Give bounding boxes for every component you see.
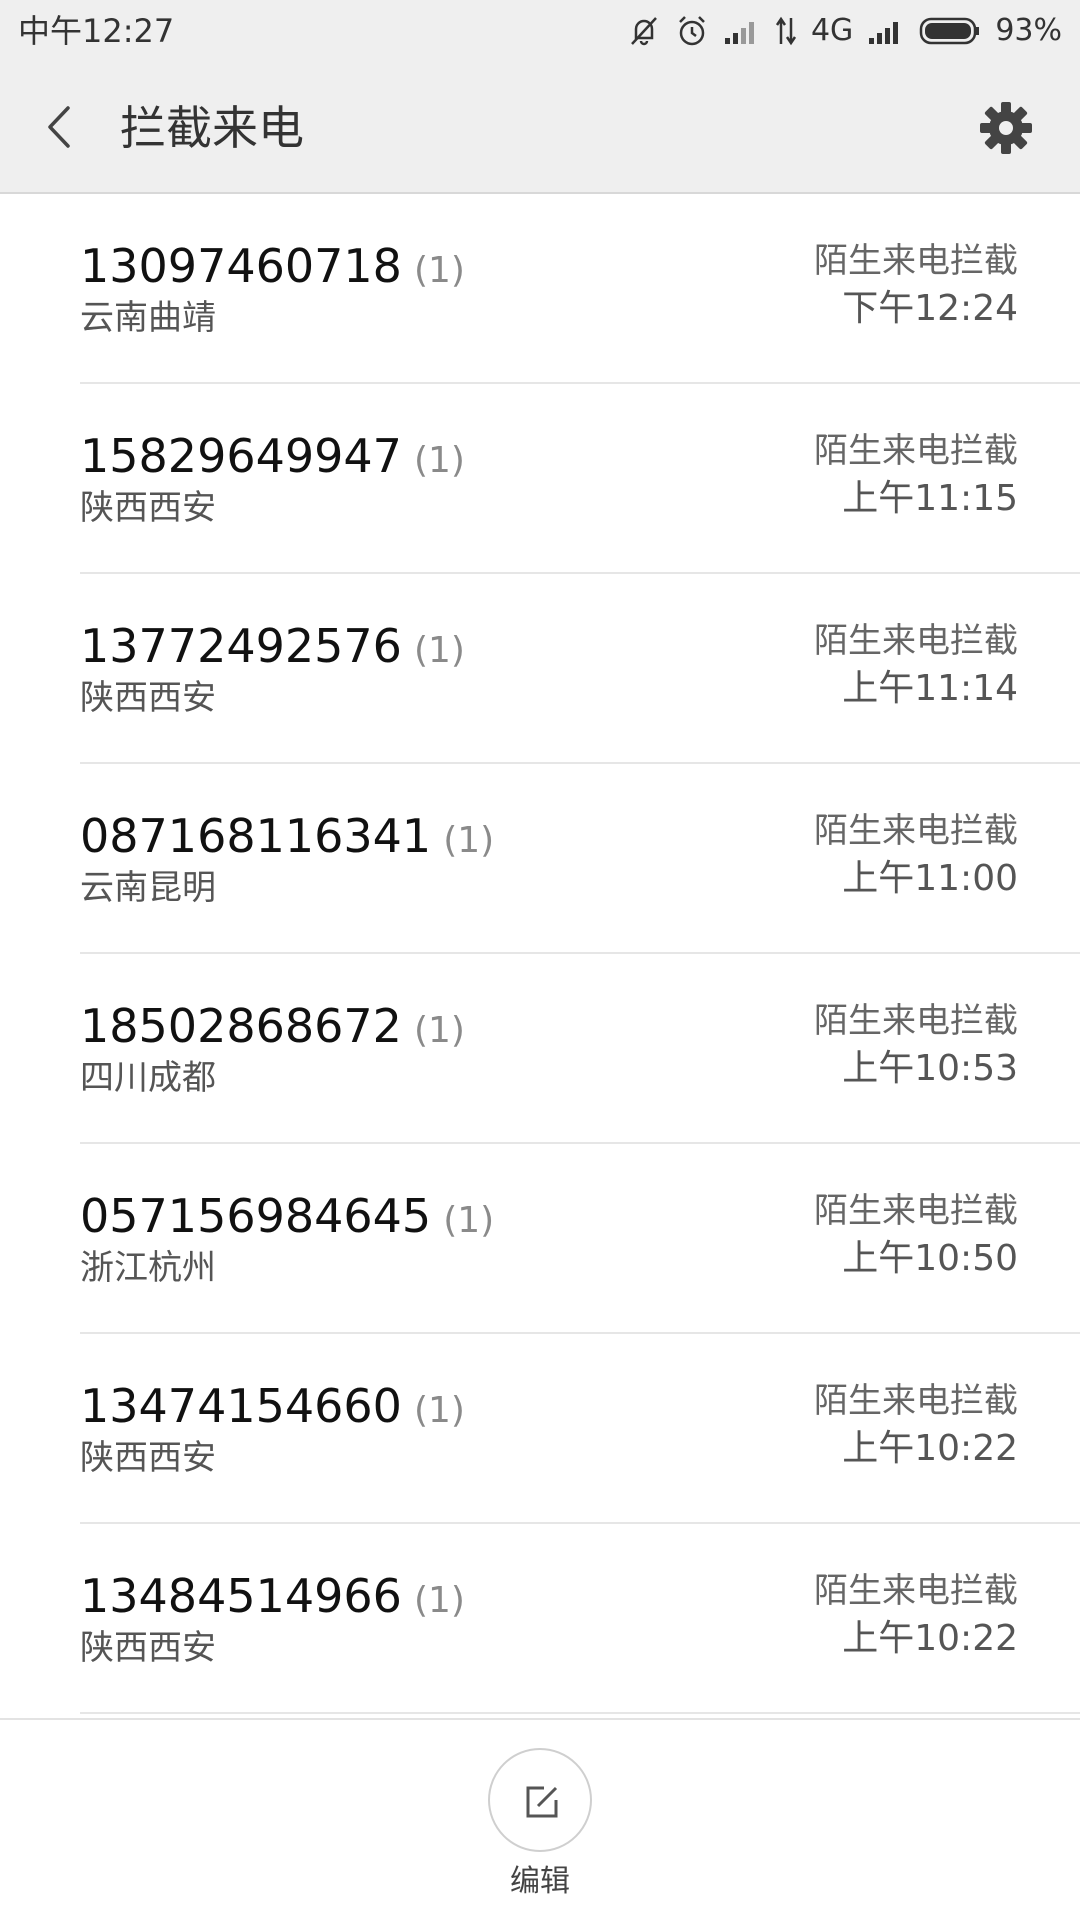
mute-icon xyxy=(627,14,661,48)
call-location: 浙江杭州 xyxy=(80,1248,216,1288)
call-number: 057156984645 xyxy=(80,1189,432,1243)
call-time: 上午10:53 xyxy=(842,1048,1018,1089)
call-location: 陕西西安 xyxy=(80,488,216,528)
call-number: 13097460718 xyxy=(80,239,402,293)
status-bar: 中午12:27 4G 93% xyxy=(0,0,1080,62)
signal-icon xyxy=(867,16,905,46)
call-time: 上午10:22 xyxy=(842,1428,1018,1469)
call-count: (1) xyxy=(443,1200,495,1241)
call-row[interactable]: 13474154660 (1) 陕西西安 陌生来电拦截上午10:22 xyxy=(0,1334,1080,1524)
row-divider xyxy=(80,1712,1080,1714)
call-count: (1) xyxy=(413,1010,465,1051)
call-number: 15829649947 xyxy=(80,429,402,483)
edit-button[interactable] xyxy=(488,1748,592,1852)
call-block-type: 陌生来电拦截 xyxy=(814,1381,1018,1421)
blocked-call-list: 13097460718 (1) 云南曲靖 陌生来电拦截 下午12:24 158296499… xyxy=(0,194,1080,1718)
call-row[interactable]: 18502868672 (1) 四川成都 陌生来电拦截上午10:53 xyxy=(0,954,1080,1144)
call-block-type: 陌生来电拦截 xyxy=(814,621,1018,661)
call-row[interactable]: 15829649947 (1) 陕西西安 陌生来电拦截上午11:15 xyxy=(0,384,1080,574)
call-row[interactable]: 087168116341 (1) 云南昆明 陌生来电拦截上午11:00 xyxy=(0,764,1080,954)
call-count: (1) xyxy=(413,630,465,671)
call-number-line: 087168116341 (1) xyxy=(80,808,494,869)
settings-button[interactable] xyxy=(976,98,1036,158)
call-block-type: 陌生来电拦截 xyxy=(814,811,1018,851)
signal-icon xyxy=(723,16,761,46)
call-time: 上午11:15 xyxy=(842,478,1018,519)
call-location: 四川成都 xyxy=(80,1058,216,1098)
call-row[interactable]: 13097460718 (1) 云南曲靖 陌生来电拦截下午12:24 xyxy=(0,194,1080,384)
screen: 中午12:27 4G 93% 拦截来电 13097460718 (1) 云南曲靖… xyxy=(0,0,1080,1920)
call-location: 云南曲靖 xyxy=(80,298,216,338)
call-row[interactable]: 13484514966 (1) 陕西西安 陌生来电拦截上午10:22 xyxy=(0,1524,1080,1714)
call-number: 087168116341 xyxy=(80,809,432,863)
edit-icon xyxy=(526,1786,558,1818)
call-count: (1) xyxy=(413,440,465,481)
edit-label: 编辑 xyxy=(510,1864,570,1899)
call-number-line: 13097460718 (1) xyxy=(80,238,465,299)
chevron-left-icon xyxy=(48,106,70,148)
alarm-icon xyxy=(675,14,709,48)
call-block-type: 陌生来电拦截 xyxy=(814,241,1018,281)
status-time: 中午12:27 xyxy=(18,12,175,50)
call-block-type: 陌生来电拦截 xyxy=(814,1191,1018,1231)
call-number: 13772492576 xyxy=(80,619,402,673)
call-block-type: 陌生来电拦截 xyxy=(814,431,1018,471)
back-button[interactable] xyxy=(30,94,92,160)
call-row[interactable]: 057156984645 (1) 浙江杭州 陌生来电拦截上午10:50 xyxy=(0,1144,1080,1334)
call-number-line: 13484514966 (1) xyxy=(80,1568,465,1629)
call-time: 上午10:22 xyxy=(842,1618,1018,1659)
page-title: 拦截来电 xyxy=(120,101,304,155)
battery-icon xyxy=(919,16,981,46)
call-time: 下午12:24 xyxy=(842,288,1018,329)
call-number-line: 13474154660 (1) xyxy=(80,1378,465,1439)
call-time: 上午11:14 xyxy=(842,668,1018,709)
call-number-line: 057156984645 (1) xyxy=(80,1188,494,1249)
call-time: 上午10:50 xyxy=(842,1238,1018,1279)
call-number: 13484514966 xyxy=(80,1569,402,1623)
call-location: 陕西西安 xyxy=(80,1628,216,1668)
bottom-bar: 编辑 xyxy=(0,1718,1080,1920)
call-count: (1) xyxy=(413,1580,465,1621)
battery-percent: 93% xyxy=(995,13,1062,48)
call-number: 13474154660 xyxy=(80,1379,402,1433)
call-count: (1) xyxy=(413,250,465,291)
call-location: 云南昆明 xyxy=(80,868,216,908)
call-number: 18502868672 xyxy=(80,999,402,1053)
call-number-line: 15829649947 (1) xyxy=(80,428,465,489)
call-number-line: 18502868672 (1) xyxy=(80,998,465,1059)
call-location: 陕西西安 xyxy=(80,678,216,718)
call-row[interactable]: 13772492576 (1) 陕西西安 陌生来电拦截上午11:14 xyxy=(0,574,1080,764)
call-location: 陕西西安 xyxy=(80,1438,216,1478)
call-count: (1) xyxy=(413,1390,465,1431)
status-icons: 4G 93% xyxy=(627,10,1062,52)
call-number-line: 13772492576 (1) xyxy=(80,618,465,679)
gear-icon xyxy=(980,102,1032,154)
call-block-type: 陌生来电拦截 xyxy=(814,1571,1018,1611)
call-block-type: 陌生来电拦截 xyxy=(814,1001,1018,1041)
network-type: 4G xyxy=(810,13,854,48)
app-header: 拦截来电 xyxy=(0,62,1080,194)
call-time: 上午11:00 xyxy=(842,858,1018,899)
call-count: (1) xyxy=(443,820,495,861)
data-arrows-icon xyxy=(775,16,797,46)
